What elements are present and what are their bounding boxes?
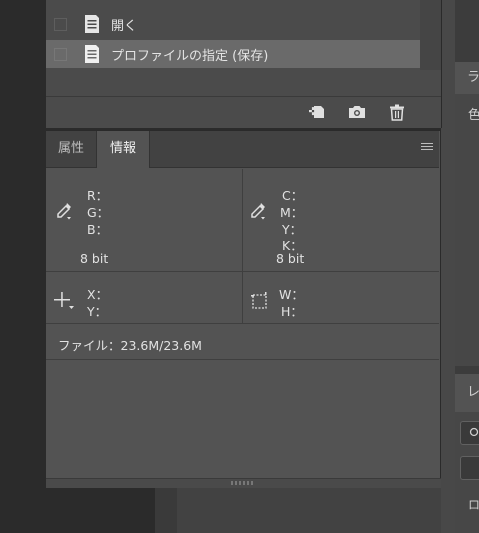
history-toolbar (307, 103, 407, 121)
divider (46, 323, 439, 324)
right-dock-tab-1[interactable]: ラ (455, 62, 479, 94)
history-item-label: プロファイルの指定 (保存) (111, 48, 269, 64)
right-dock-panel-1 (455, 94, 479, 366)
document-icon (81, 43, 103, 65)
size-h-label: H： (281, 304, 303, 319)
canvas-background (0, 0, 46, 533)
snapshot-button[interactable] (347, 103, 367, 121)
panel-menu-icon[interactable] (421, 143, 433, 153)
right-dock-text-1: 色 (468, 108, 479, 123)
rgb-bit-depth: 8 bit (80, 251, 109, 266)
cmyk-bit-depth: 8 bit (276, 251, 305, 266)
panel-tab-bar: 属性 情報 (46, 131, 439, 168)
right-dock-text-2: ロッ (468, 498, 479, 512)
rgb-b-label: B： (87, 222, 109, 237)
history-source-checkbox[interactable] (54, 47, 67, 61)
divider (242, 169, 243, 323)
search-icon (469, 427, 479, 437)
crosshair-icon[interactable] (54, 291, 76, 311)
right-dock-search-field[interactable] (460, 421, 479, 445)
history-item-assign-profile[interactable]: プロファイルの指定 (保存) (46, 40, 420, 68)
divider (46, 271, 439, 272)
divider (46, 96, 441, 97)
history-item-label: 開く (111, 18, 138, 34)
panel-resize-handle[interactable] (46, 478, 441, 488)
document-icon (81, 13, 103, 35)
position-y-label: Y： (87, 304, 108, 319)
delete-button[interactable] (387, 103, 407, 121)
divider (46, 359, 439, 360)
history-panel: 開く プロファイルの指定 (保存) (46, 0, 442, 128)
file-size-info: ファイル：23.6M/23.6M (58, 338, 202, 353)
new-document-button[interactable] (307, 103, 327, 121)
right-dock-tab-2[interactable]: レ (455, 374, 479, 412)
new-document-from-state-icon (309, 106, 324, 118)
dock-empty-area (177, 488, 455, 533)
history-source-checkbox[interactable] (54, 17, 67, 31)
eyedropper-icon[interactable] (54, 201, 74, 221)
camera-icon (349, 106, 365, 118)
selection-size-icon (251, 292, 267, 309)
trash-icon (390, 104, 404, 121)
tab-info[interactable]: 情報 (96, 131, 150, 168)
grip-dots (231, 481, 255, 485)
dock-gap (155, 488, 177, 533)
right-dock-filter-field[interactable] (460, 456, 479, 480)
eyedropper-icon[interactable] (248, 201, 268, 221)
dock-divider[interactable] (441, 0, 455, 533)
tab-properties[interactable]: 属性 (46, 131, 96, 167)
history-item-open[interactable]: 開く (46, 10, 420, 38)
history-scrollbar[interactable] (420, 0, 441, 70)
info-panel: 属性 情報 R： G： B： 8 bit C： M： Y： K： 8 bit X… (46, 130, 441, 488)
